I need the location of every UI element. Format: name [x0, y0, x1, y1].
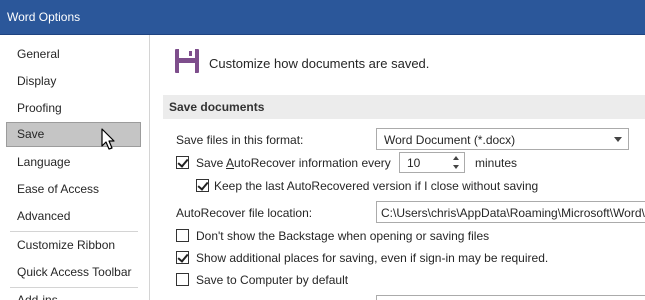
save-format-value: Word Document (*.docx)	[384, 133, 516, 147]
autorecover-checkbox[interactable]	[176, 156, 189, 169]
spinner-down-icon[interactable]	[453, 165, 459, 169]
spinner-up-icon[interactable]	[453, 156, 459, 160]
sidebar-item-advanced[interactable]: Advanced	[6, 204, 141, 229]
save-format-dropdown[interactable]: Word Document (*.docx)	[376, 128, 629, 150]
autorecover-label-accel: A	[226, 156, 235, 170]
autorecover-location-value: C:\Users\chris\AppData\Roaming\Microsoft…	[381, 206, 645, 220]
sidebar-divider	[10, 231, 138, 232]
sidebar-item-display[interactable]: Display	[6, 69, 141, 94]
save-to-computer-label: Save to Computer by default	[196, 273, 349, 287]
autorecover-label: Save AutoRecover information every	[196, 156, 391, 170]
window-title: Word Options	[7, 10, 81, 24]
autorecover-minutes-value: 10	[407, 156, 421, 170]
save-to-computer-checkbox[interactable]	[176, 273, 189, 286]
sidebar-item-language[interactable]: Language	[6, 150, 141, 175]
show-additional-places-label: Show additional places for saving, even …	[196, 251, 549, 265]
mouse-pointer-icon	[101, 128, 115, 150]
autorecover-minutes-spinner[interactable]: 10	[399, 152, 465, 173]
sidebar-item-save[interactable]: Save	[6, 122, 141, 147]
dont-show-backstage-label: Don't show the Backstage when opening or…	[196, 229, 490, 243]
keep-last-autorecovered-checkbox[interactable]	[196, 179, 209, 192]
autorecover-label-pre: Save	[196, 156, 227, 170]
sidebar: General Display Proofing Save Language E…	[0, 35, 150, 300]
sidebar-item-general[interactable]: General	[6, 42, 141, 67]
page-description: Customize how documents are saved.	[209, 56, 430, 71]
autorecover-location-field[interactable]: C:\Users\chris\AppData\Roaming\Microsoft…	[376, 201, 645, 223]
sidebar-item-quick-access-toolbar[interactable]: Quick Access Toolbar	[6, 260, 141, 285]
autorecover-location-label: AutoRecover file location:	[176, 206, 313, 220]
save-format-label: Save files in this format:	[176, 133, 304, 147]
sidebar-item-ease-of-access[interactable]: Ease of Access	[6, 177, 141, 202]
autorecover-label-post: utoRecover information every	[234, 156, 391, 170]
chevron-down-icon	[614, 137, 622, 142]
sidebar-item-add-ins[interactable]: Add-ins	[6, 288, 141, 300]
section-header-save-documents: Save documents	[163, 95, 645, 119]
show-additional-places-checkbox[interactable]	[176, 251, 189, 264]
title-bar: Word Options	[0, 0, 645, 35]
sidebar-item-customize-ribbon[interactable]: Customize Ribbon	[6, 233, 141, 258]
minutes-label: minutes	[475, 156, 518, 170]
floppy-disk-icon	[175, 49, 199, 73]
default-local-file-location-field[interactable]	[376, 295, 645, 300]
sidebar-item-proofing[interactable]: Proofing	[6, 96, 141, 121]
keep-last-autorecovered-label: Keep the last AutoRecovered version if I…	[214, 179, 539, 193]
dont-show-backstage-checkbox[interactable]	[176, 229, 189, 242]
section-title: Save documents	[169, 100, 265, 114]
